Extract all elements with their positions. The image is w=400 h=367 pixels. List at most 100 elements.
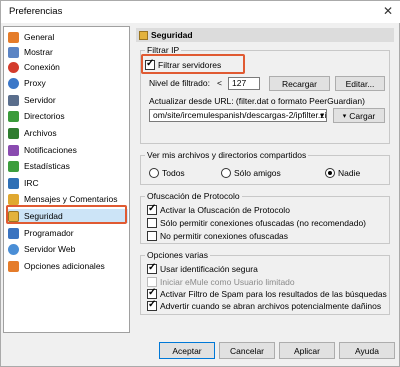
radio-label: Nadie: [338, 168, 361, 178]
filter-servers-label: Filtrar servidores: [158, 60, 222, 70]
sidebar-item-conexion[interactable]: Conexión: [8, 60, 128, 74]
sidebar-item-label: Proxy: [24, 78, 46, 88]
proxy-icon: [8, 77, 19, 89]
messages-icon: [8, 193, 19, 205]
filter-level-operator: <: [217, 78, 222, 88]
sidebar-item-label: Notificaciones: [24, 145, 77, 155]
checkbox[interactable]: [147, 203, 157, 215]
sidebar-item-irc[interactable]: IRC: [8, 176, 128, 190]
obfuscation-only-row[interactable]: Sólo permitir conexiones ofuscadas (no r…: [147, 218, 366, 228]
load-button[interactable]: ▾ Cargar: [333, 108, 385, 123]
radio-button[interactable]: [149, 168, 159, 178]
checkbox-label: Advertir cuando se abran archivos potenc…: [160, 301, 382, 311]
title-bar: Preferencias ✕: [1, 1, 400, 23]
filter-level-input[interactable]: 127: [228, 77, 260, 90]
harmful-files-row[interactable]: Advertir cuando se abran archivos potenc…: [147, 299, 382, 311]
sidebar-item-general[interactable]: General: [8, 30, 128, 44]
sidebar-item-label: General: [24, 32, 55, 42]
radio-button[interactable]: [221, 168, 231, 178]
sidebar-item-label: Seguridad: [24, 211, 63, 221]
general-icon: [8, 31, 19, 43]
url-input-value: om/site/ircemulespanish/descargas-2/ipfi…: [153, 110, 327, 120]
radio-label: Todos: [162, 168, 185, 178]
view-files-group: Ver mis archivos y directorios compartid…: [140, 150, 390, 185]
apply-button[interactable]: Aplicar: [279, 342, 335, 359]
secure-id-row[interactable]: Usar identificación segura: [147, 262, 258, 274]
chevron-down-icon: ▾: [342, 112, 347, 120]
radio-button[interactable]: [325, 168, 335, 178]
server-icon: [8, 94, 19, 106]
misc-options-group-title: Opciones varias: [145, 250, 210, 260]
sidebar-item-mostrar[interactable]: Mostrar: [8, 45, 128, 59]
sidebar-item-label: Directorios: [24, 111, 65, 121]
filter-servers-checkbox[interactable]: [145, 58, 155, 70]
chevron-down-icon[interactable]: ▾: [320, 110, 324, 121]
filter-level-label: Nivel de filtrado:: [149, 78, 210, 88]
display-icon: [8, 46, 19, 58]
sidebar-item-directorios[interactable]: Directorios: [8, 109, 128, 123]
sidebar-item-proxy[interactable]: Proxy: [8, 76, 128, 90]
checkbox[interactable]: [147, 218, 157, 228]
reload-button[interactable]: Recargar: [269, 76, 330, 91]
lock-icon: [8, 210, 19, 222]
filter-servers-row[interactable]: Filtrar servidores: [145, 58, 222, 70]
obfuscation-enable-row[interactable]: Activar la Ofuscación de Protocolo: [147, 203, 290, 215]
checkbox[interactable]: [147, 287, 157, 299]
radio-nadie[interactable]: Nadie: [325, 168, 360, 178]
checkbox[interactable]: [147, 299, 157, 311]
radio-todos[interactable]: Todos: [149, 168, 185, 178]
obfuscation-group: Ofuscación de Protocolo Activar la Ofusc…: [140, 191, 390, 244]
connection-icon: [8, 61, 19, 73]
checkbox[interactable]: [147, 262, 157, 274]
checkbox-label: Activar Filtro de Spam para los resultad…: [160, 289, 387, 299]
load-button-label: Cargar: [349, 110, 376, 121]
checkbox[interactable]: [147, 231, 157, 241]
files-icon: [8, 127, 19, 139]
radio-solo-amigos[interactable]: Sólo amigos: [221, 168, 281, 178]
sidebar-item-label: Mensajes y Comentarios: [24, 194, 118, 204]
obfuscation-deny-row[interactable]: No permitir conexiones ofuscadas: [147, 231, 288, 241]
checkbox-label: Iniciar eMule como Usuario limitado: [160, 277, 295, 287]
sidebar-item-mensajes[interactable]: Mensajes y Comentarios: [8, 192, 128, 206]
sidebar-item-label: Servidor Web: [24, 244, 76, 254]
sidebar-item-archivos[interactable]: Archivos: [8, 126, 128, 140]
sidebar-item-programador[interactable]: Programador: [8, 226, 128, 240]
window-title: Preferencias: [9, 6, 63, 17]
sidebar-item-estadisticas[interactable]: Estadísticas: [8, 159, 128, 173]
sidebar-item-servidor[interactable]: Servidor: [8, 93, 128, 107]
checkbox-label: No permitir conexiones ofuscadas: [160, 231, 289, 241]
checkbox-label: Usar identificación segura: [160, 264, 258, 274]
panel-title: Seguridad: [151, 30, 193, 40]
notifications-icon: [8, 144, 19, 156]
lock-icon: [139, 30, 148, 40]
ip-filter-group-title: Filtrar IP: [145, 45, 182, 55]
view-files-group-title: Ver mis archivos y directorios compartid…: [145, 150, 309, 160]
sidebar: General Mostrar Conexión Proxy Servidor …: [3, 26, 130, 333]
sidebar-item-label: Servidor: [24, 95, 56, 105]
scheduler-icon: [8, 227, 19, 239]
security-panel: Seguridad Filtrar IP Filtrar servidores …: [136, 28, 394, 333]
sidebar-item-label: Estadísticas: [24, 161, 70, 171]
sidebar-item-label: Opciones adicionales: [24, 261, 105, 271]
edit-button[interactable]: Editar...: [335, 76, 385, 91]
sidebar-item-servidor-web[interactable]: Servidor Web: [8, 242, 128, 256]
sidebar-item-opciones-adicionales[interactable]: Opciones adicionales: [8, 259, 128, 273]
help-button[interactable]: Ayuda: [339, 342, 395, 359]
sidebar-item-seguridad[interactable]: Seguridad: [8, 209, 128, 223]
sidebar-item-notificaciones[interactable]: Notificaciones: [8, 143, 128, 157]
webserver-icon: [8, 243, 19, 255]
update-url-label: Actualizar desde URL: (filter.dat o form…: [149, 96, 365, 106]
sidebar-item-label: Mostrar: [24, 47, 53, 57]
url-input[interactable]: om/site/ircemulespanish/descargas-2/ipfi…: [149, 109, 327, 122]
checkbox: [147, 277, 157, 287]
limited-user-row: Iniciar eMule como Usuario limitado: [147, 277, 295, 287]
folder-icon: [8, 110, 19, 122]
misc-options-group: Opciones varias Usar identificación segu…: [140, 250, 390, 315]
cancel-button[interactable]: Cancelar: [219, 342, 275, 359]
checkbox-label: Activar la Ofuscación de Protocolo: [160, 205, 290, 215]
obfuscation-group-title: Ofuscación de Protocolo: [145, 191, 242, 201]
sidebar-item-label: Conexión: [24, 62, 60, 72]
close-icon[interactable]: ✕: [383, 4, 393, 18]
accept-button[interactable]: Aceptar: [159, 342, 215, 359]
spam-filter-row[interactable]: Activar Filtro de Spam para los resultad…: [147, 287, 387, 299]
